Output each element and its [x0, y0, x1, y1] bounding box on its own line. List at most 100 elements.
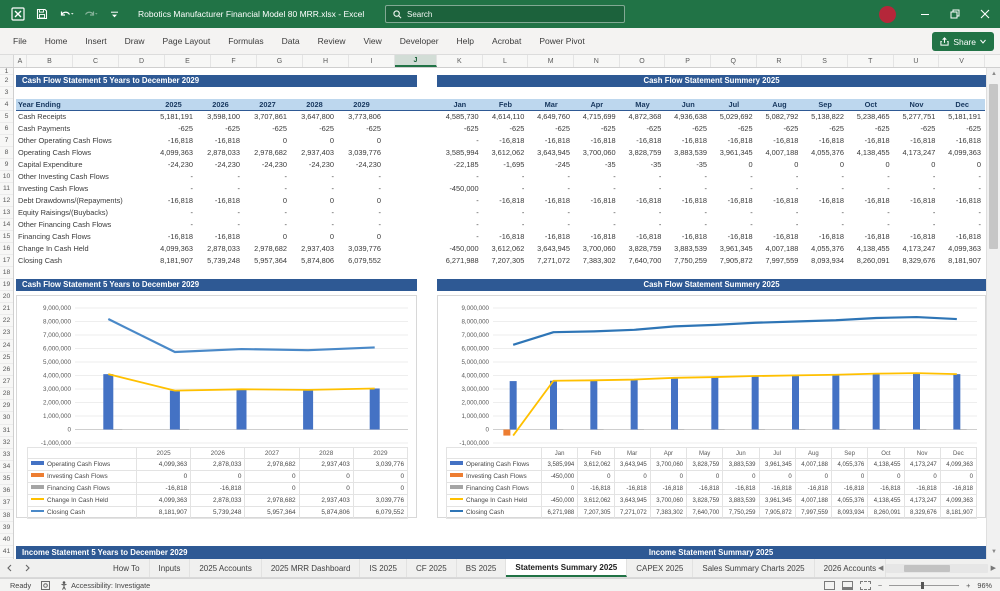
row-label[interactable]: Capital Expenditure: [16, 159, 150, 171]
month-cell[interactable]: -: [939, 219, 985, 231]
ribbon-tab-formulas[interactable]: Formulas: [219, 28, 272, 54]
row-label[interactable]: Closing Cash: [16, 255, 150, 267]
year-cell[interactable]: 2,937,403: [291, 243, 338, 255]
month-cell[interactable]: 7,383,302: [574, 255, 620, 267]
share-button[interactable]: Share: [932, 32, 994, 51]
horizontal-scroll-track[interactable]: [886, 564, 988, 573]
row-label[interactable]: Cash Payments: [16, 123, 150, 135]
year-cell[interactable]: -: [244, 219, 291, 231]
month-cell[interactable]: 0: [848, 159, 894, 171]
ribbon-tab-draw[interactable]: Draw: [116, 28, 154, 54]
year-cell[interactable]: -: [291, 171, 338, 183]
month-cell[interactable]: 5,029,692: [711, 111, 757, 123]
month-column-header[interactable]: Oct: [848, 99, 894, 110]
month-cell[interactable]: -: [437, 195, 483, 207]
month-cell[interactable]: -35: [574, 159, 620, 171]
sheet-tab-2025-accounts[interactable]: 2025 Accounts: [190, 559, 262, 577]
month-cell[interactable]: 5,082,792: [757, 111, 803, 123]
year-cell[interactable]: -625: [291, 123, 338, 135]
year-cell[interactable]: -16,818: [197, 231, 244, 243]
column-header-P[interactable]: P: [665, 55, 711, 67]
year-cell[interactable]: 3,773,806: [338, 111, 385, 123]
month-cell[interactable]: 4,007,188: [757, 243, 803, 255]
section-bar-cashflow-summary[interactable]: Cash Flow Statement Summery 2025: [437, 75, 986, 87]
ribbon-tab-view[interactable]: View: [355, 28, 391, 54]
row-header-15[interactable]: 15: [0, 231, 13, 243]
save-button[interactable]: [32, 4, 52, 24]
row-header-13[interactable]: 13: [0, 207, 13, 219]
month-cell[interactable]: 4,173,247: [894, 147, 940, 159]
year-column-header[interactable]: 2027: [244, 99, 291, 110]
month-cell[interactable]: -16,818: [528, 195, 574, 207]
year-cell[interactable]: -625: [197, 123, 244, 135]
month-cell[interactable]: -625: [894, 123, 940, 135]
sheet-tab-statements-summary-2025[interactable]: Statements Summary 2025: [506, 559, 628, 577]
year-cell[interactable]: 3,707,861: [244, 111, 291, 123]
restore-icon[interactable]: [940, 0, 970, 28]
account-avatar[interactable]: [879, 5, 896, 23]
month-cell[interactable]: -625: [939, 123, 985, 135]
month-column-header[interactable]: Nov: [894, 99, 940, 110]
month-cell[interactable]: 7,271,072: [528, 255, 574, 267]
year-cell[interactable]: -: [197, 219, 244, 231]
row-header-6[interactable]: 6: [0, 123, 13, 135]
row-label[interactable]: Cash Receipts: [16, 111, 150, 123]
month-cell[interactable]: 3,643,945: [528, 147, 574, 159]
month-cell[interactable]: 4,649,760: [528, 111, 574, 123]
month-cell[interactable]: -: [574, 183, 620, 195]
month-cell[interactable]: 4,614,110: [483, 111, 529, 123]
month-cell[interactable]: -625: [665, 123, 711, 135]
year-cell[interactable]: 2,978,682: [244, 243, 291, 255]
excel-app-icon[interactable]: [8, 4, 28, 24]
month-cell[interactable]: 3,961,345: [711, 243, 757, 255]
month-cell[interactable]: 0: [939, 159, 985, 171]
ribbon-tab-page-layout[interactable]: Page Layout: [154, 28, 220, 54]
sheet-tab-sales-summary-charts-2025[interactable]: Sales Summary Charts 2025: [693, 559, 815, 577]
month-cell[interactable]: -: [802, 171, 848, 183]
year-cell[interactable]: -24,230: [197, 159, 244, 171]
month-cell[interactable]: -16,818: [894, 195, 940, 207]
month-cell[interactable]: 3,700,060: [574, 147, 620, 159]
cashflow-summary-chart[interactable]: 9,000,000 8,000,000 7,000,000 6,000,000 5,00…: [437, 295, 986, 519]
row-header-19[interactable]: 19: [0, 279, 13, 291]
year-cell[interactable]: 4,099,363: [150, 147, 197, 159]
month-cell[interactable]: 0: [802, 159, 848, 171]
sheet-tab-cf-2025[interactable]: CF 2025: [407, 559, 457, 577]
column-header-F[interactable]: F: [211, 55, 257, 67]
month-cell[interactable]: 3,883,539: [665, 147, 711, 159]
column-header-B[interactable]: B: [27, 55, 73, 67]
row-header-16[interactable]: 16: [0, 243, 13, 255]
redo-button[interactable]: [80, 4, 100, 24]
month-cell[interactable]: -: [939, 207, 985, 219]
row-header-10[interactable]: 10: [0, 171, 13, 183]
year-cell[interactable]: -625: [244, 123, 291, 135]
month-cell[interactable]: -: [528, 207, 574, 219]
sheet-tab-is-2025[interactable]: IS 2025: [360, 559, 407, 577]
month-cell[interactable]: -: [848, 183, 894, 195]
year-cell[interactable]: -: [338, 171, 385, 183]
column-header-T[interactable]: T: [848, 55, 894, 67]
year-cell[interactable]: 2,978,682: [244, 147, 291, 159]
column-header-N[interactable]: N: [574, 55, 620, 67]
macro-record-icon[interactable]: [41, 580, 51, 590]
month-cell[interactable]: 3,612,062: [483, 243, 529, 255]
month-cell[interactable]: -: [665, 207, 711, 219]
year-cell[interactable]: -: [338, 207, 385, 219]
month-cell[interactable]: 4,138,455: [848, 243, 894, 255]
month-cell[interactable]: -16,818: [665, 135, 711, 147]
vertical-scrollbar[interactable]: ▲ ▼: [986, 68, 1000, 559]
year-cell[interactable]: 4,099,363: [150, 243, 197, 255]
row-label[interactable]: Operating Cash Flows: [16, 147, 150, 159]
horizontal-scrollbar[interactable]: ◀ ▶: [878, 563, 996, 574]
month-cell[interactable]: -: [711, 219, 757, 231]
year-cell[interactable]: -16,818: [150, 231, 197, 243]
month-cell[interactable]: 7,207,305: [483, 255, 529, 267]
month-cell[interactable]: -625: [528, 123, 574, 135]
month-cell[interactable]: 3,828,759: [620, 147, 666, 159]
year-cell[interactable]: -: [150, 183, 197, 195]
year-cell[interactable]: -625: [150, 123, 197, 135]
month-cell[interactable]: -16,818: [528, 231, 574, 243]
month-cell[interactable]: -: [665, 171, 711, 183]
column-header-I[interactable]: I: [349, 55, 395, 67]
month-cell[interactable]: -: [802, 183, 848, 195]
